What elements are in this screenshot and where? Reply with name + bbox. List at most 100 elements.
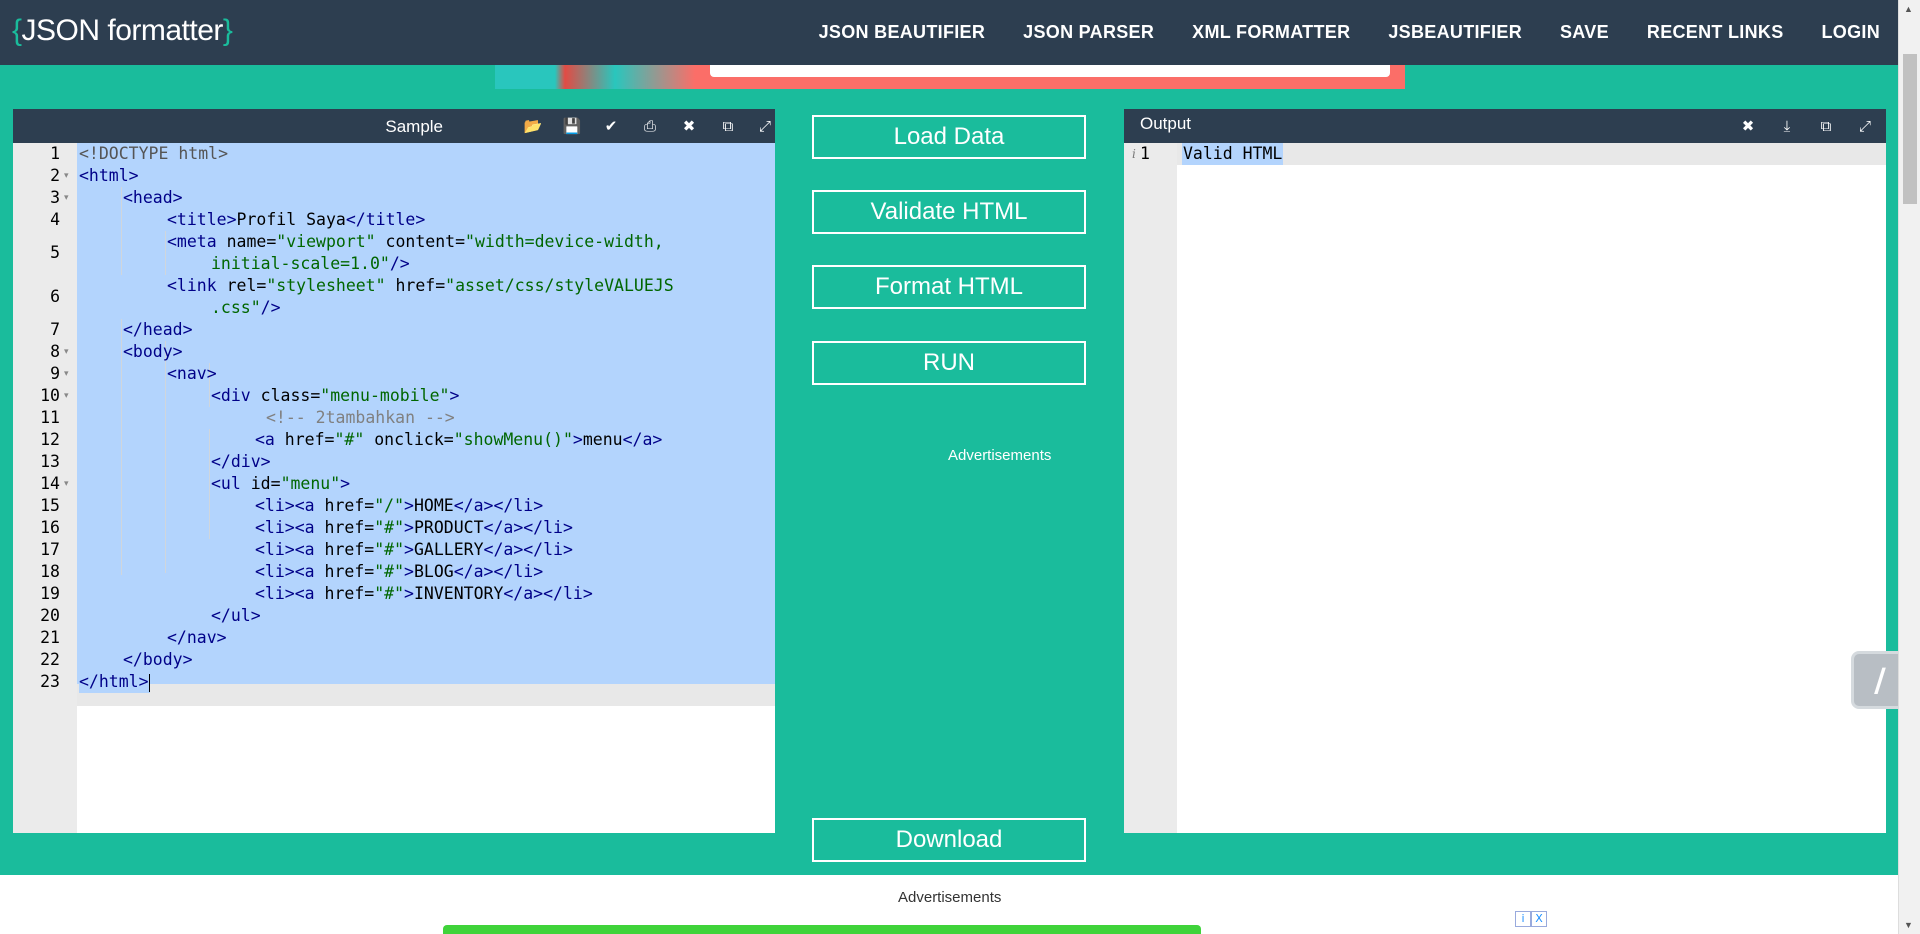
top-ad-banner[interactable] (495, 65, 1405, 89)
ad-field (710, 65, 1390, 77)
attr-token: href= (314, 518, 375, 537)
tag-token: /> (260, 298, 281, 317)
sample-link[interactable]: Sample (385, 117, 443, 137)
attr-token: class= (250, 386, 321, 405)
html-input-editor[interactable]: <!DOCTYPE html> <html> <head> <title>Pro… (77, 143, 775, 833)
copy-icon[interactable]: ⧉ (1816, 116, 1836, 136)
tag-token: </html> (79, 672, 149, 691)
fold-arrow-icon[interactable]: ▾ (64, 363, 69, 385)
tag-token: </nav> (167, 628, 227, 647)
text-cursor (148, 673, 150, 692)
code-line-21: </nav> (167, 627, 227, 649)
indent-guide (121, 319, 122, 575)
scroll-up-arrow-icon[interactable]: ▲ (1904, 4, 1913, 14)
text-token: GALLERY (413, 540, 484, 559)
line-number: 9 (50, 364, 60, 383)
string-token: "viewport" (276, 232, 376, 251)
bottom-ad-banner[interactable] (443, 925, 1201, 934)
copy-icon[interactable]: ⧉ (718, 116, 738, 136)
tag-token: <li><a (255, 562, 315, 581)
code-line-14: <ul id="menu"> (211, 473, 350, 495)
fold-arrow-icon[interactable]: ▾ (64, 187, 69, 209)
doctype-token: <!DOCTYPE html> (79, 144, 229, 163)
line-number: 6 (50, 287, 60, 306)
string-token: "menu-mobile" (320, 386, 450, 405)
attr-token: href= (314, 540, 375, 559)
code-line-10: <div class="menu-mobile"> (211, 385, 459, 407)
tag-token: </head> (123, 320, 193, 339)
tag-token: > (340, 474, 351, 493)
top-navbar: {JSON formatter} JSON BEAUTIFIER JSON PA… (0, 0, 1898, 65)
fold-arrow-icon[interactable]: ▾ (64, 385, 69, 407)
attr-token: onclick= (364, 430, 454, 449)
validate-html-button[interactable]: Validate HTML (812, 190, 1086, 234)
check-icon[interactable]: ✔ (601, 116, 621, 136)
ad-close-icon[interactable]: X (1531, 911, 1547, 927)
format-html-button[interactable]: Format HTML (812, 265, 1086, 309)
tag-token: <li><a (255, 540, 315, 559)
line-number: 14 (40, 474, 60, 493)
fullscreen-icon[interactable]: ⤢ (755, 116, 775, 136)
nav-json-parser[interactable]: JSON PARSER (1023, 22, 1154, 43)
output-title: Output (1140, 114, 1192, 133)
output-editor[interactable]: Valid HTML (1177, 143, 1886, 833)
close-icon[interactable]: ✖ (1738, 116, 1758, 136)
logo-text: JSON formatter (21, 14, 224, 47)
line-number: 8 (50, 342, 60, 361)
run-button[interactable]: RUN (812, 341, 1086, 385)
line-number: 7 (50, 320, 60, 339)
download-button[interactable]: Download (812, 818, 1086, 862)
nav-jsbeautifier[interactable]: JSBEAUTIFIER (1388, 22, 1522, 43)
line-number-gutter: 1 2 ▾ 3 ▾ 4 5 6 7 8 ▾ 9 ▾ 10 ▾ 11 12 13 14 ▾ 15 16 17 18 19 20 21 2… (13, 143, 77, 833)
indent-guide (121, 187, 122, 275)
tag-token: </a></li> (483, 540, 573, 559)
tag-token: </a></li> (453, 562, 544, 581)
close-icon[interactable]: ✖ (679, 116, 699, 136)
line-number: 13 (40, 452, 60, 471)
fold-arrow-icon[interactable]: ▾ (64, 165, 69, 187)
fullscreen-icon[interactable]: ⤢ (1855, 116, 1875, 136)
tag-token: /> (389, 254, 410, 273)
nav-xml-formatter[interactable]: XML FORMATTER (1192, 22, 1350, 43)
tag-token: </a></li> (483, 518, 573, 537)
line-number: 15 (40, 496, 60, 515)
nav-login[interactable]: LOGIN (1822, 22, 1881, 43)
site-logo[interactable]: {JSON formatter} (12, 14, 233, 48)
print-icon[interactable]: ⎙ (640, 116, 660, 136)
fold-arrow-icon[interactable]: ▾ (64, 473, 69, 495)
ad-choices-badge[interactable]: i X (1515, 911, 1547, 927)
download-icon[interactable]: ⤓ (1777, 116, 1797, 136)
tag-token: <nav> (167, 364, 217, 383)
output-toolbar: Output ✖ ⤓ ⧉ ⤢ (1124, 109, 1886, 143)
string-token: "stylesheet" (266, 276, 386, 295)
folder-open-icon[interactable]: 📂 (523, 116, 543, 136)
output-line-number: 1 (1140, 144, 1150, 163)
attr-token: href= (314, 562, 375, 581)
code-line-8: <body> (123, 341, 183, 363)
line-number: 11 (40, 408, 60, 427)
input-editor-panel: Sample 📂 💾 ✔ ⎙ ✖ ⧉ ⤢ 1 2 ▾ 3 ▾ 4 5 6 7 8 ▾ 9 ▾ 10 ▾ 11 1… (13, 109, 775, 833)
fold-arrow-icon[interactable]: ▾ (64, 341, 69, 363)
line-number: 10 (40, 386, 60, 405)
string-token: .css" (211, 298, 261, 317)
nav-recent-links[interactable]: RECENT LINKS (1647, 22, 1784, 43)
tag-token: > (404, 540, 414, 559)
tag-token: > (404, 562, 414, 581)
text-token: Profil Saya (236, 210, 346, 229)
scroll-down-arrow-icon[interactable]: ▼ (1904, 920, 1913, 930)
save-icon[interactable]: 💾 (562, 116, 582, 136)
scrollbar-thumb[interactable] (1903, 54, 1917, 204)
nav-save[interactable]: SAVE (1560, 22, 1609, 43)
code-line-15: <li><a href="/">HOME</a></li> (255, 495, 543, 517)
input-toolbar: Sample 📂 💾 ✔ ⎙ ✖ ⧉ ⤢ (13, 109, 775, 143)
string-token: "#" (374, 584, 405, 603)
tag-token: > (404, 584, 414, 603)
ad-info-icon[interactable]: i (1515, 911, 1531, 927)
tag-token: </a> (622, 430, 663, 449)
tag-token: </a></li> (453, 496, 544, 515)
attr-token: href= (314, 584, 375, 603)
page-scrollbar[interactable]: ▲ ▼ (1898, 0, 1920, 934)
nav-json-beautifier[interactable]: JSON BEAUTIFIER (819, 22, 986, 43)
load-data-button[interactable]: Load Data (812, 115, 1086, 159)
string-token: "#" (374, 562, 405, 581)
